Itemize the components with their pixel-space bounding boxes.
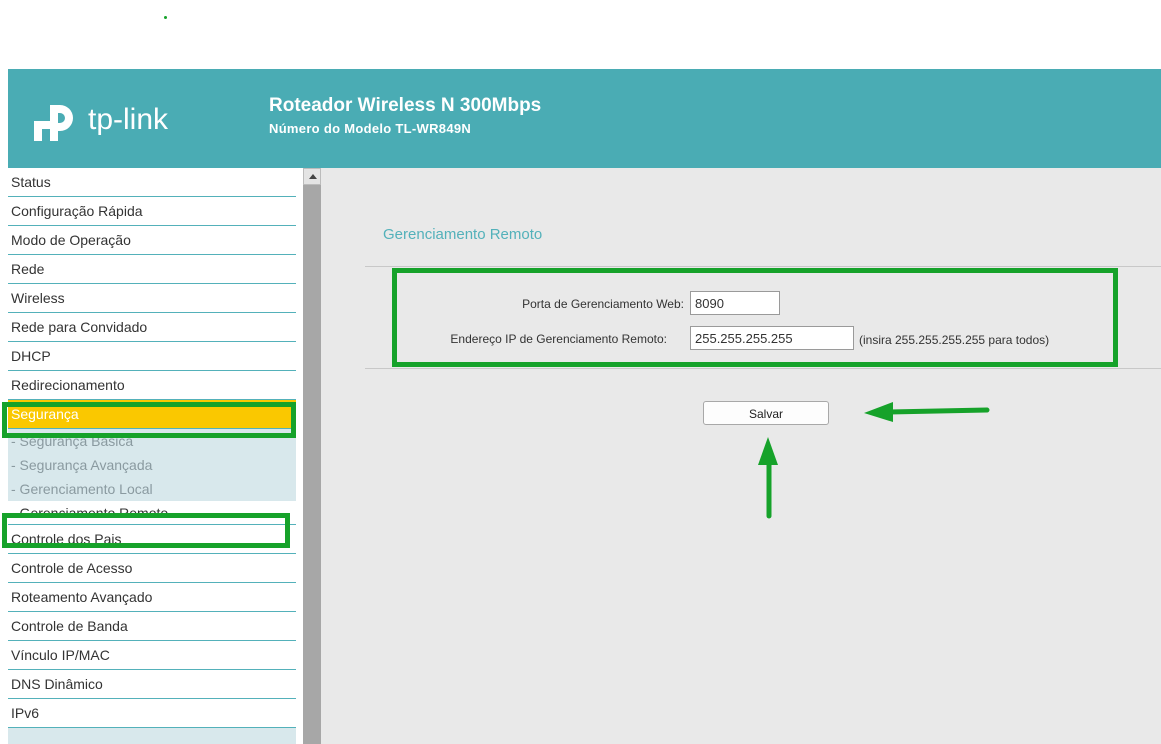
annotation-arrows <box>758 402 990 519</box>
annotation-arrow-up-icon <box>758 437 778 519</box>
annotation-arrow-left-icon <box>864 402 990 422</box>
